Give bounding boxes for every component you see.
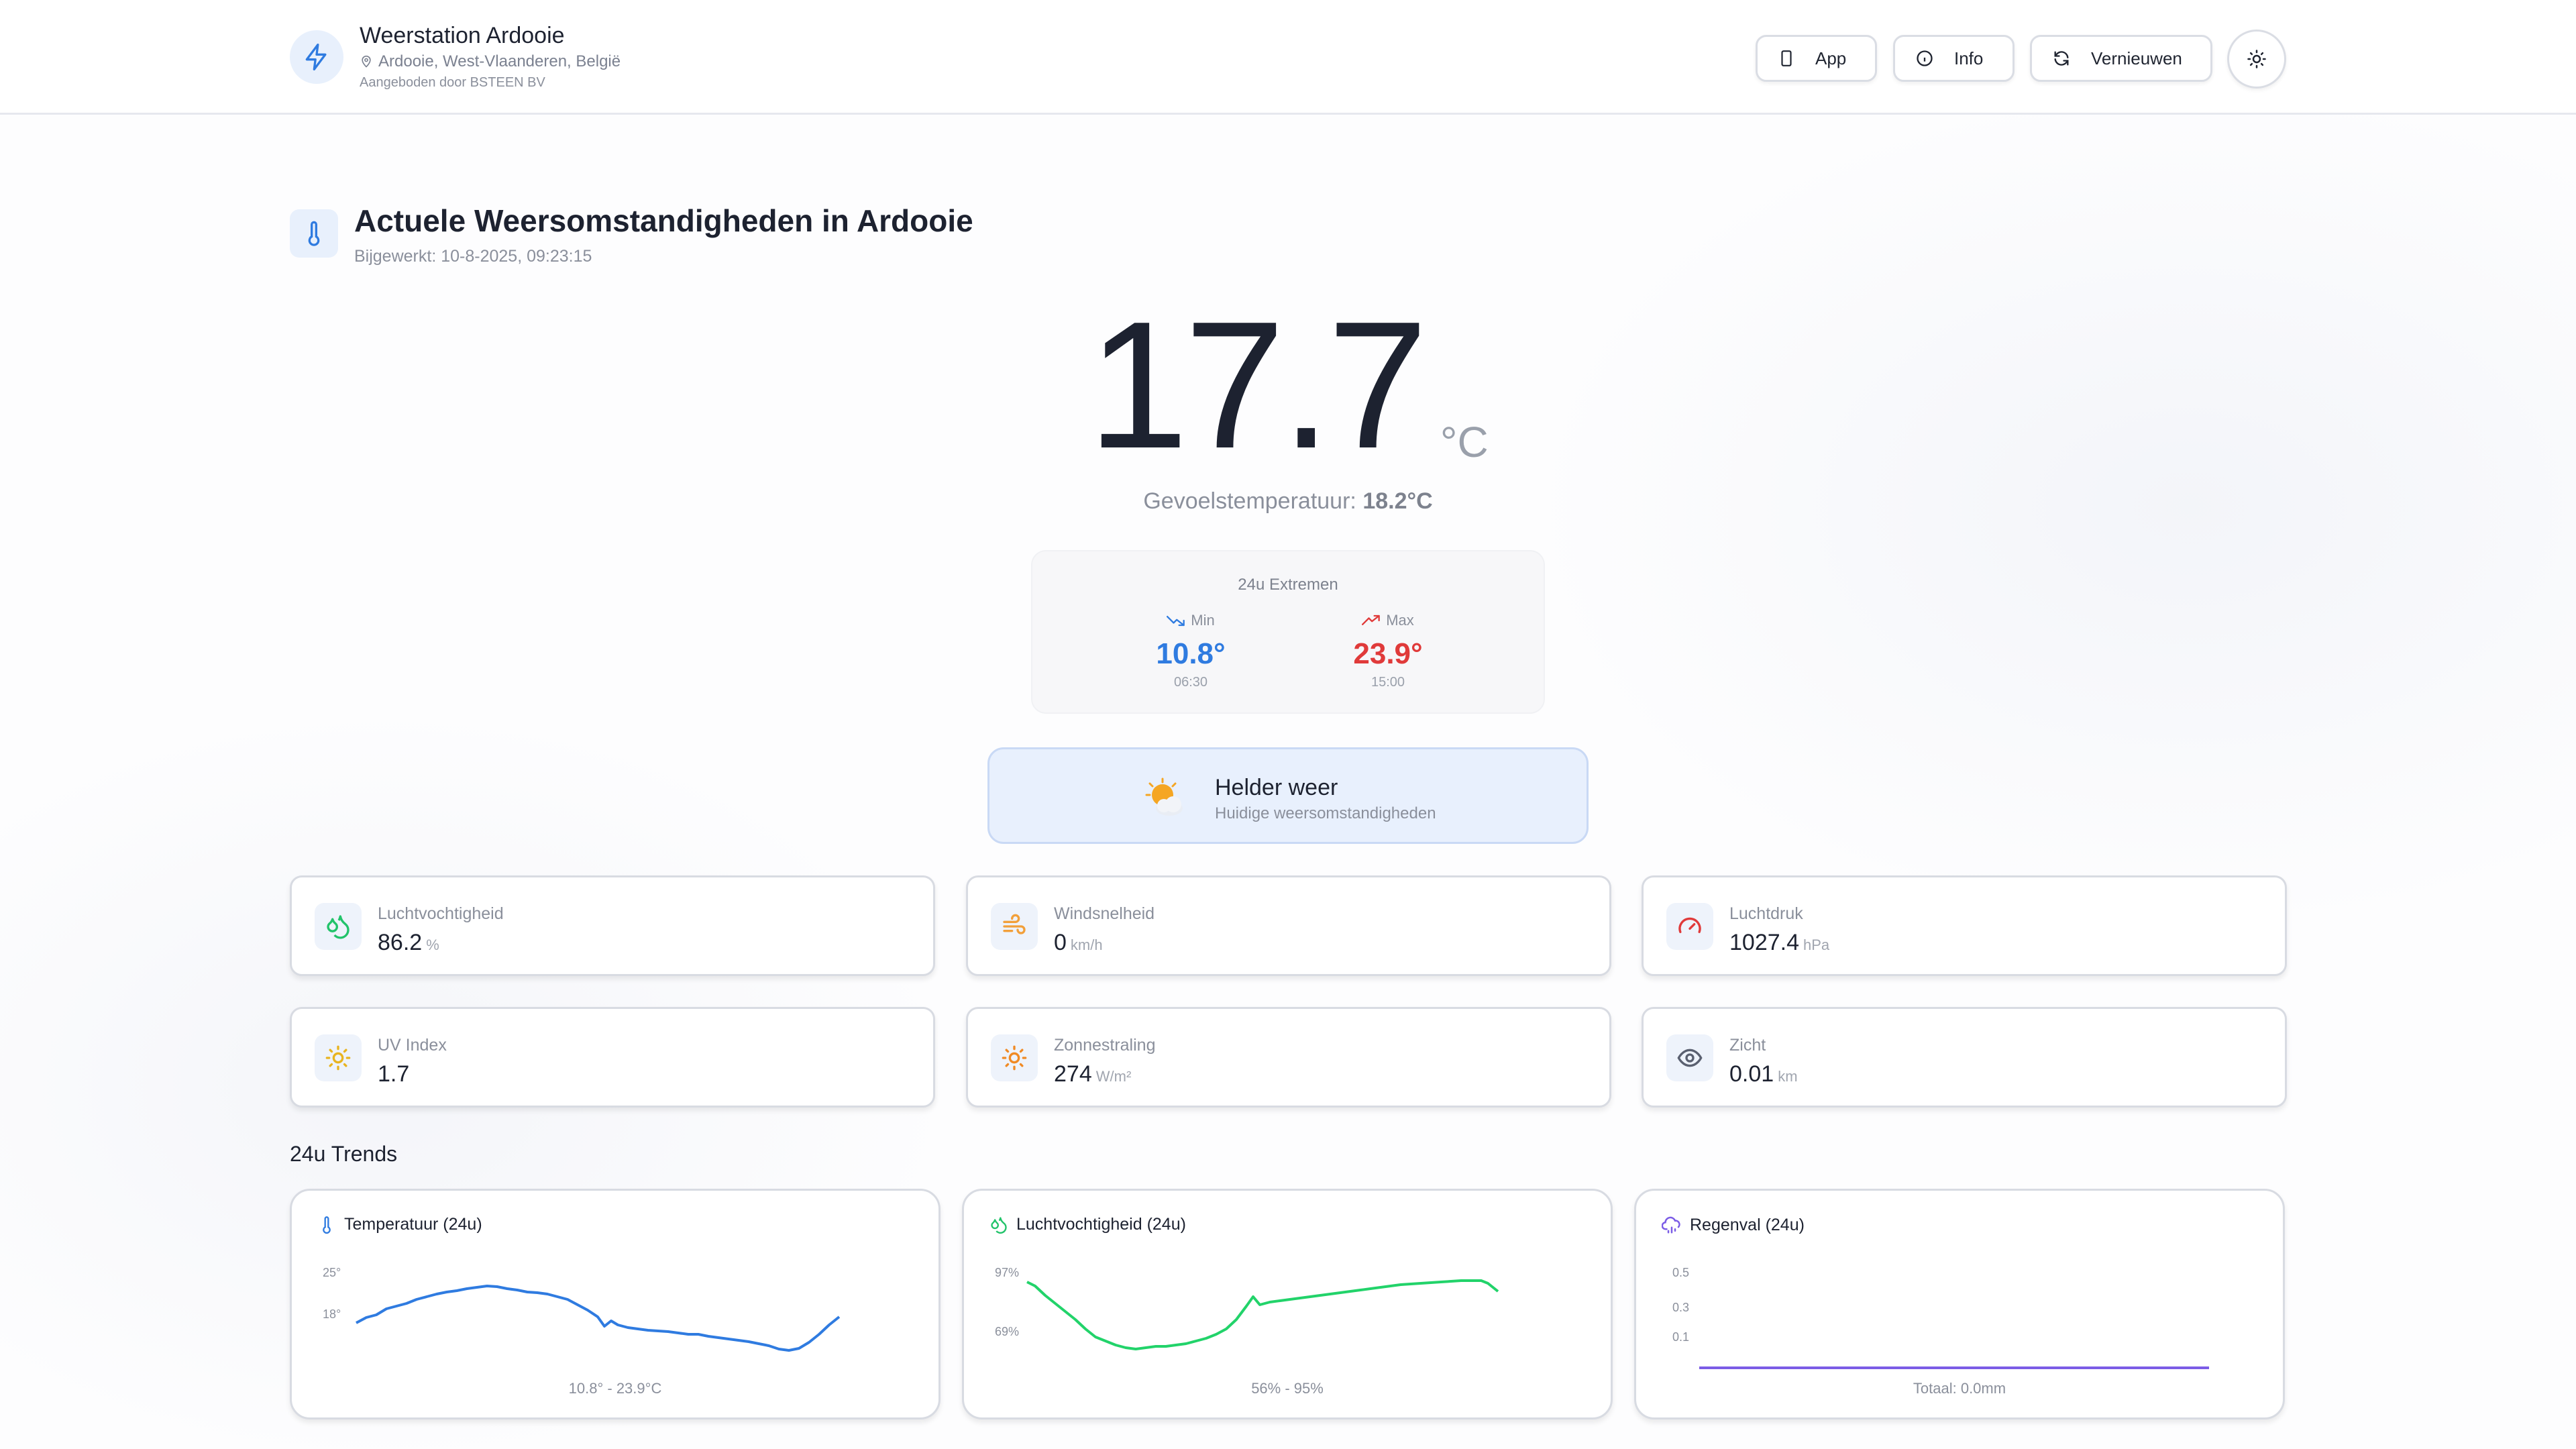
refresh-icon [2054, 51, 2069, 66]
theme-toggle-button[interactable] [2227, 30, 2286, 89]
refresh-button[interactable]: Vernieuwen [2030, 35, 2212, 82]
top-bar: Weerstation Ardooie Ardooie, West-Vlaand… [0, 0, 2576, 115]
max-value: 23.9° [1353, 637, 1423, 670]
y-tick-label: 0.3 [1672, 1301, 1689, 1314]
trend-footer: 10.8° - 23.9°C [568, 1380, 662, 1397]
humidity-chart: 97% 69% [995, 1266, 1499, 1350]
metric-card-uv-index: UV Index 1.7 [290, 1007, 935, 1108]
station-location: Ardooie, West-Vlaanderen, België [360, 52, 621, 71]
metric-label: Zicht [1729, 1036, 1766, 1055]
sun-behind-cloud-icon [1145, 777, 1183, 816]
metric-card-pressure: Luchtdruk 1027.4 hPa [1642, 875, 2287, 976]
y-tick-label: 18° [323, 1307, 341, 1321]
extremes-panel: 24u Extremen Min 10.8° 06:30 Max 23.9° 1… [1031, 550, 1545, 714]
y-tick-label: 0.1 [1672, 1330, 1689, 1344]
trending-down-icon [1167, 616, 1185, 627]
metric-value: 0.01 km [1729, 1061, 1798, 1087]
metric-card-humidity: Luchtvochtigheid 86.2% [290, 875, 935, 976]
extremes-title: 24u Extremen [1238, 576, 1338, 594]
feels-like: Gevoelstemperatuur: 18.2°C [0, 488, 2576, 515]
condition-title: Helder weer [1215, 775, 1338, 800]
gauge-icon [1666, 903, 1713, 950]
metric-value: 1027.4 hPa [1729, 930, 1830, 955]
droplets-icon [315, 903, 362, 950]
y-tick-label: 25° [323, 1266, 341, 1279]
map-pin-icon [362, 55, 371, 68]
condition-subtitle: Huidige weersomstandigheden [1215, 804, 1436, 822]
temperature-unit: °C [1440, 418, 1489, 466]
info-button[interactable]: Info [1893, 35, 2015, 82]
metric-value: 274 W/m² [1054, 1061, 1132, 1087]
trend-card-rain: Regenval (24u) 0.5 0.3 0.1 Totaal: 0.0mm [1634, 1189, 2285, 1419]
metric-label: Zonnestraling [1054, 1036, 1156, 1055]
extreme-max: Max 23.9° 15:00 [1321, 612, 1455, 690]
metric-label: UV Index [378, 1036, 447, 1055]
droplets-icon [991, 1216, 1007, 1234]
app-button-label: App [1815, 48, 1847, 68]
page-title: Actuele Weersomstandigheden in Ardooie [354, 203, 973, 238]
metric-label: Luchtvochtigheid [378, 904, 504, 923]
trend-card-temperature: Temperatuur (24u) 25° 18° 10.8° - 23.9°C [290, 1189, 941, 1419]
trend-title: Temperatuur (24u) [344, 1215, 482, 1234]
temperature-line [356, 1285, 841, 1352]
metric-value: 0 km/h [1054, 930, 1103, 955]
current-temperature: 17.7 °C [0, 295, 2576, 476]
weather-condition-panel: Helder weer Huidige weersomstandigheden [987, 747, 1589, 844]
humidity-line [1026, 1279, 1499, 1350]
trends-title: 24u Trends [290, 1142, 398, 1166]
metric-card-solar-radiation: Zonnestraling 274 W/m² [966, 1007, 1611, 1108]
trending-up-icon [1362, 614, 1381, 625]
provider-text: Aangeboden door BSTEEN BV [360, 75, 545, 90]
trend-title: Luchtvochtigheid (24u) [1016, 1215, 1186, 1234]
y-tick-label: 69% [995, 1325, 1019, 1338]
info-button-label: Info [1954, 48, 1984, 68]
thermometer-icon [290, 209, 338, 258]
y-tick-label: 97% [995, 1266, 1019, 1279]
sun-icon [991, 1034, 1038, 1081]
metric-value: 86.2% [378, 930, 439, 955]
updated-timestamp: Bijgewerkt: 10-8-2025, 09:23:15 [354, 247, 592, 266]
y-tick-label: 0.5 [1672, 1266, 1689, 1279]
app-button[interactable]: App [1756, 35, 1877, 82]
refresh-button-label: Vernieuwen [2091, 48, 2182, 68]
location-text: Ardooie, West-Vlaanderen, België [378, 52, 621, 70]
sun-icon [2247, 50, 2266, 68]
rain-chart: 0.5 0.3 0.1 [1672, 1266, 2209, 1369]
temperature-chart: 25° 18° [323, 1266, 841, 1352]
lightning-icon [290, 30, 343, 84]
smartphone-icon [1781, 50, 1792, 66]
thermometer-icon [323, 1216, 331, 1234]
feels-like-value: 18.2°C [1362, 488, 1433, 514]
min-time: 06:30 [1173, 675, 1208, 690]
metric-value: 1.7 [378, 1061, 410, 1087]
metric-label: Windsnelheid [1054, 904, 1155, 923]
max-label: Max [1386, 612, 1414, 629]
metric-card-visibility: Zicht 0.01 km [1642, 1007, 2287, 1108]
station-title: Weerstation Ardooie [360, 23, 565, 48]
min-value: 10.8° [1156, 637, 1226, 670]
wind-icon [991, 903, 1038, 950]
cloud-rain-icon [1662, 1216, 1680, 1234]
min-label: Min [1191, 612, 1215, 629]
trend-card-humidity: Luchtvochtigheid (24u) 97% 69% 56% - 95% [962, 1189, 1613, 1419]
metric-card-wind: Windsnelheid 0 km/h [966, 875, 1611, 976]
info-icon [1917, 50, 1933, 66]
eye-icon [1666, 1034, 1713, 1081]
trend-title: Regenval (24u) [1690, 1215, 1805, 1234]
extreme-min: Min 10.8° 06:30 [1124, 612, 1258, 690]
feels-like-label: Gevoelstemperatuur: [1143, 488, 1356, 514]
max-time: 15:00 [1371, 675, 1405, 690]
trend-footer: 56% - 95% [1251, 1380, 1324, 1397]
sun-icon [315, 1034, 362, 1081]
trend-footer: Totaal: 0.0mm [1913, 1380, 2006, 1397]
temperature-value: 17.7 [1087, 284, 1428, 486]
metric-label: Luchtdruk [1729, 904, 1803, 923]
